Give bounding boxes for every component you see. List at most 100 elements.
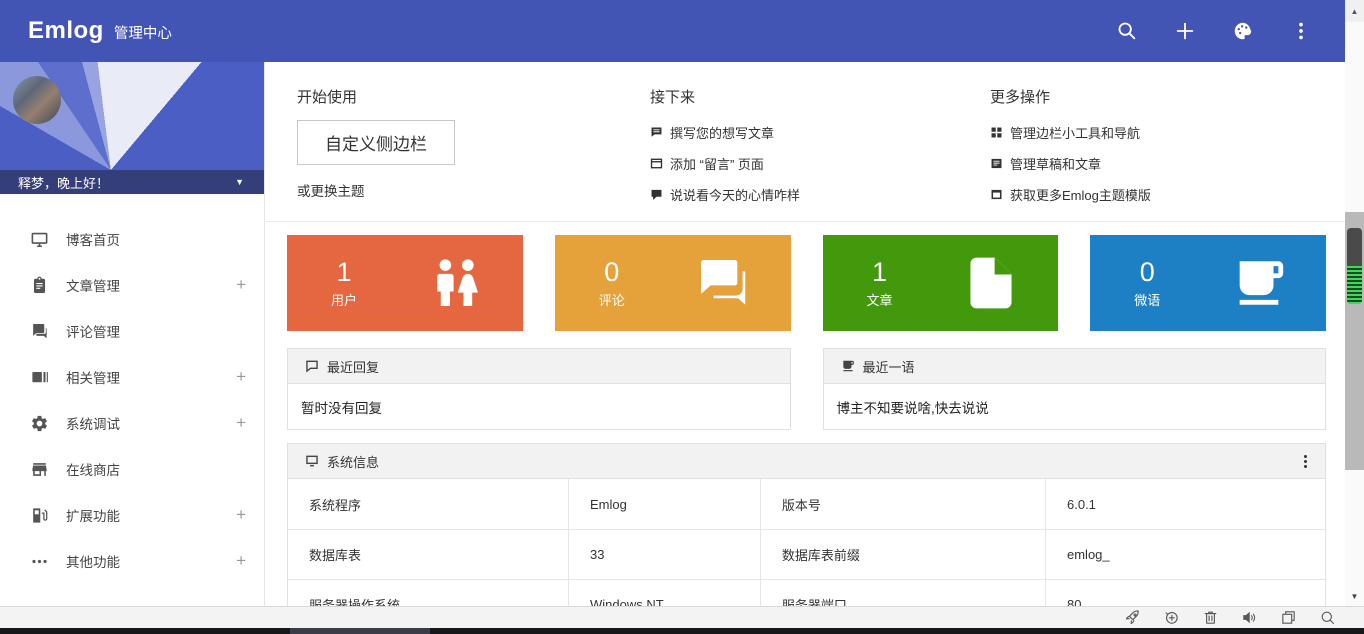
- recent-replies-body: 暂时没有回复: [288, 384, 790, 429]
- panel-title: 系统信息: [327, 452, 1300, 471]
- manage-drafts-link[interactable]: 管理草稿和文章: [990, 148, 1345, 179]
- getting-started-column: 开始使用 自定义侧边栏 或更换主题: [297, 86, 650, 221]
- table-cell: 数据库表: [288, 530, 568, 579]
- getting-started-title: 开始使用: [297, 86, 650, 107]
- stat-card-micro[interactable]: 0 微语: [1090, 235, 1326, 331]
- link-label: 管理草稿和文章: [1010, 154, 1101, 173]
- taskbar-segment[interactable]: [290, 628, 430, 634]
- table-cell: 服务器端口: [760, 580, 1045, 606]
- speed-icon[interactable]: [1163, 609, 1180, 626]
- emlog-logo[interactable]: Emlog: [28, 17, 104, 45]
- cup-icon: [841, 359, 855, 373]
- windows-icon[interactable]: [1280, 609, 1297, 626]
- expand-plus-icon[interactable]: +: [236, 413, 246, 433]
- taskbar[interactable]: [0, 628, 1364, 634]
- stat-value: 1: [336, 257, 351, 287]
- volume-icon[interactable]: [1241, 609, 1258, 626]
- emlog-admin-app: Emlog 管理中心: [0, 0, 1364, 634]
- palette-icon[interactable]: [1231, 19, 1255, 43]
- stat-card-articles[interactable]: 1 文章: [823, 235, 1059, 331]
- sidebar-hero-banner: [0, 62, 264, 170]
- next-steps-title: 接下来: [650, 86, 990, 107]
- sidebar-item-label: 扩展功能: [66, 505, 236, 525]
- change-theme-link[interactable]: 或更换主题: [297, 180, 650, 200]
- link-label: 说说看今天的心情咋样: [670, 185, 800, 204]
- recent-replies-header: 最近回复: [288, 349, 790, 384]
- manage-widgets-link[interactable]: 管理边栏小工具和导航: [990, 117, 1345, 148]
- sidebar-item-label: 在线商店: [66, 459, 246, 479]
- gear-icon: [30, 414, 49, 433]
- ellipsis-icon: [30, 552, 49, 571]
- expand-plus-icon[interactable]: +: [236, 275, 246, 295]
- recent-replies-panel: 最近回复 暂时没有回复: [287, 348, 791, 430]
- panel-more-icon[interactable]: [1300, 451, 1311, 472]
- next-steps-list: 撰写您的想写文章 添加 “留言” 页面 说说看今天的心情咋样: [650, 117, 990, 210]
- more-icon[interactable]: [1289, 19, 1313, 43]
- sidebar-item-label: 博客首页: [66, 229, 246, 249]
- table-cell: 33: [568, 530, 760, 579]
- cup-icon: [1230, 254, 1288, 312]
- link-label: 撰写您的想写文章: [670, 123, 774, 142]
- welcome-section: 开始使用 自定义侧边栏 或更换主题 接下来 撰写您的想写文章 添加 “留言” 页: [266, 62, 1345, 222]
- sidebar-item-articles[interactable]: 文章管理 +: [0, 262, 264, 308]
- table-cell: 80: [1045, 580, 1325, 606]
- trash-icon[interactable]: [1202, 609, 1219, 626]
- comments-icon: [30, 322, 49, 341]
- write-article-link[interactable]: 撰写您的想写文章: [650, 117, 990, 148]
- sidebar-item-store[interactable]: 在线商店: [0, 446, 264, 492]
- add-icon[interactable]: [1173, 19, 1197, 43]
- table-cell: Emlog: [568, 479, 760, 529]
- browser-bottom-bar: [0, 606, 1364, 628]
- page-scrollbar[interactable]: ▲ ▼: [1345, 0, 1364, 606]
- link-label: 获取更多Emlog主题模版: [1010, 185, 1151, 204]
- sidebar-item-related[interactable]: 相关管理 +: [0, 354, 264, 400]
- chat-icon: [650, 188, 663, 201]
- recent-panels: 最近回复 暂时没有回复 最近一语 博主不知要说啥,快去说说: [287, 348, 1326, 430]
- rocket-icon[interactable]: [1124, 609, 1141, 626]
- more-actions-list: 管理边栏小工具和导航 管理草稿和文章 获取更多Emlog主题模版: [990, 117, 1345, 210]
- article-icon: [990, 157, 1003, 170]
- expand-plus-icon[interactable]: +: [236, 367, 246, 387]
- search-icon[interactable]: [1319, 609, 1336, 626]
- link-label: 添加 “留言” 页面: [670, 154, 764, 173]
- recent-mood-panel: 最近一语 博主不知要说啥,快去说说: [823, 348, 1327, 430]
- table-cell: 版本号: [760, 479, 1045, 529]
- avatar[interactable]: [13, 76, 61, 124]
- scrollbar-thumb[interactable]: [1347, 228, 1362, 304]
- chevron-down-icon[interactable]: ▼: [235, 177, 244, 187]
- scrollbar-track[interactable]: [1345, 212, 1364, 470]
- sidebar-item-comments[interactable]: 评论管理: [0, 308, 264, 354]
- table-cell: 6.0.1: [1045, 479, 1325, 529]
- table-cell: 数据库表前缀: [760, 530, 1045, 579]
- sidebar-item-label: 文章管理: [66, 275, 236, 295]
- sidebar-item-label: 其他功能: [66, 551, 236, 571]
- sidebar-item-blog-home[interactable]: 博客首页: [0, 216, 264, 262]
- customize-sidebar-button[interactable]: 自定义侧边栏: [297, 120, 455, 165]
- expand-plus-icon[interactable]: +: [236, 551, 246, 571]
- main-content: 开始使用 自定义侧边栏 或更换主题 接下来 撰写您的想写文章 添加 “留言” 页: [266, 62, 1345, 606]
- greeting-bar[interactable]: 释梦，晚上好！ ▼: [0, 170, 264, 194]
- comment-icon: [650, 126, 663, 139]
- search-icon[interactable]: [1115, 19, 1139, 43]
- store-icon: [30, 460, 49, 479]
- next-steps-column: 接下来 撰写您的想写文章 添加 “留言” 页面: [650, 86, 990, 221]
- sidebar-item-debug[interactable]: 系统调试 +: [0, 400, 264, 446]
- stat-card-users[interactable]: 1 用户: [287, 235, 523, 331]
- system-info-panel: 系统信息 系统程序 Emlog 版本号 6.0.1 数据库表 33 数据库表前缀…: [287, 443, 1326, 606]
- clipboard-icon: [30, 276, 49, 295]
- desktop-icon: [30, 230, 49, 249]
- scrollbar-up-arrow-icon[interactable]: ▲: [1345, 0, 1364, 22]
- sidebar-item-extensions[interactable]: 扩展功能 +: [0, 492, 264, 538]
- get-themes-link[interactable]: 获取更多Emlog主题模版: [990, 179, 1345, 210]
- topbar-actions: [1115, 19, 1313, 43]
- add-guestbook-page-link[interactable]: 添加 “留言” 页面: [650, 148, 990, 179]
- theme-icon: [990, 188, 1003, 201]
- expand-plus-icon[interactable]: +: [236, 505, 246, 525]
- sidebar-item-other[interactable]: 其他功能 +: [0, 538, 264, 584]
- stat-card-comments[interactable]: 0 评论: [555, 235, 791, 331]
- post-mood-link[interactable]: 说说看今天的心情咋样: [650, 179, 990, 210]
- scrollbar-down-arrow-icon[interactable]: ▼: [1345, 586, 1364, 606]
- sidebar-item-label: 相关管理: [66, 367, 236, 387]
- table-row: 数据库表 33 数据库表前缀 emlog_: [288, 529, 1325, 579]
- panel-title: 最近一语: [863, 357, 1312, 376]
